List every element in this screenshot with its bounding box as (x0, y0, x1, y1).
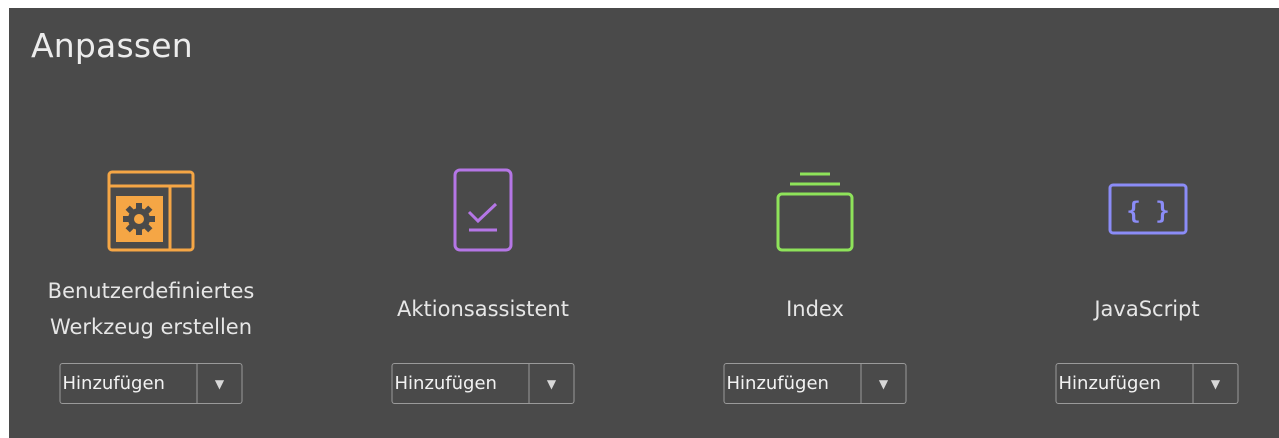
add-button[interactable]: Hinzufügen ▼ (723, 363, 907, 404)
caret-down-icon[interactable]: ▼ (1194, 364, 1238, 403)
add-button-label[interactable]: Hinzufügen (61, 364, 198, 403)
add-button-label[interactable]: Hinzufügen (1057, 364, 1194, 403)
tool-label: Index (786, 297, 844, 321)
tool-index[interactable]: Index Hinzufügen ▼ (675, 158, 955, 418)
tool-action-wizard[interactable]: Aktionsassistent Hinzufügen ▼ (343, 158, 623, 418)
add-button[interactable]: Hinzufügen ▼ (59, 363, 243, 404)
tool-label: Benutzerdefiniertes Werkzeug erstellen (47, 279, 255, 339)
add-button[interactable]: Hinzufügen ▼ (1055, 363, 1239, 404)
caret-down-icon[interactable]: ▼ (862, 364, 906, 403)
tool-label: JavaScript (1094, 297, 1200, 321)
panel-title: Anpassen (31, 26, 193, 65)
tool-javascript[interactable]: { } JavaScript Hinzufügen ▼ (1007, 158, 1279, 418)
add-button[interactable]: Hinzufügen ▼ (391, 363, 575, 404)
index-stack-icon (770, 164, 860, 258)
svg-text:{ }: { } (1126, 197, 1169, 225)
caret-down-icon[interactable]: ▼ (198, 364, 242, 403)
customize-panel: Anpassen Benutzerdefiniertes Werkzeug er… (9, 8, 1279, 438)
tool-custom[interactable]: Benutzerdefiniertes Werkzeug erstellen H… (11, 158, 291, 418)
tool-label: Aktionsassistent (397, 297, 569, 321)
javascript-braces-icon: { } (1102, 164, 1192, 258)
caret-down-icon[interactable]: ▼ (530, 364, 574, 403)
add-button-label[interactable]: Hinzufügen (393, 364, 530, 403)
add-button-label[interactable]: Hinzufügen (725, 364, 862, 403)
action-wizard-check-icon (443, 164, 523, 258)
custom-tool-gear-icon (106, 164, 196, 258)
